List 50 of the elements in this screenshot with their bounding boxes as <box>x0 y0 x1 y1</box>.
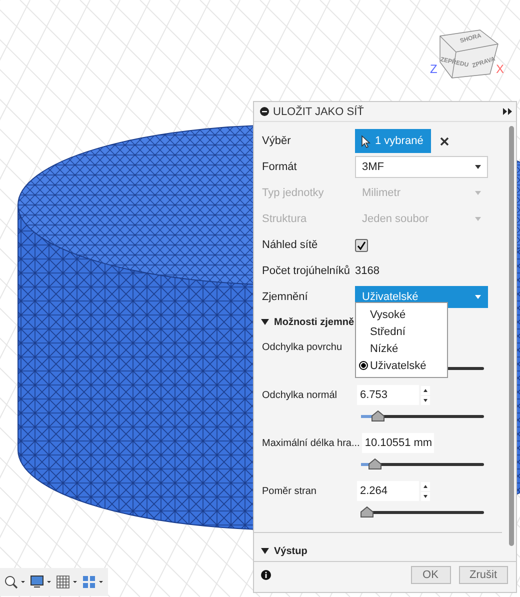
panel-icon <box>260 107 269 116</box>
menu-option[interactable]: Vysoké <box>356 306 447 323</box>
spinner-icon[interactable] <box>421 482 430 501</box>
field-label: Typ jednotky <box>262 187 325 200</box>
collapse-icon[interactable] <box>261 319 269 326</box>
spinner-icon[interactable] <box>421 386 430 405</box>
expand-icon[interactable] <box>503 108 512 116</box>
axis-label: X <box>496 62 504 76</box>
field-label: Výběr <box>262 135 292 148</box>
slider[interactable] <box>361 458 484 470</box>
collapse-icon[interactable] <box>261 548 269 554</box>
slider-thumb[interactable] <box>360 506 374 518</box>
field-label: Počet trojúhelníků <box>262 265 352 278</box>
field-label: Zjemnění <box>262 291 309 304</box>
zoom-icon[interactable] <box>4 575 26 589</box>
menu-option[interactable]: Nízké <box>356 340 447 357</box>
section-header[interactable]: Možnosti zjemně <box>274 316 354 328</box>
slider[interactable] <box>361 506 484 518</box>
layout-icon[interactable] <box>82 575 104 589</box>
number-field[interactable]: 10.10551 mm <box>362 433 434 454</box>
field-label: Struktura <box>262 213 308 226</box>
number-field[interactable]: 6.753 <box>357 385 419 406</box>
ok-button[interactable]: OK <box>410 566 450 584</box>
field-label: Maximální délka hra... <box>262 438 361 449</box>
close-icon[interactable] <box>440 136 450 146</box>
axis-label: Z <box>430 62 438 76</box>
triangle-count: 3168 <box>355 265 380 278</box>
cancel-button[interactable]: Zrušit <box>458 566 508 584</box>
info-icon[interactable] <box>261 570 271 580</box>
menu-option[interactable]: Střední <box>356 323 447 340</box>
slider[interactable] <box>361 410 484 422</box>
field-label: Odchylka normál <box>262 390 338 401</box>
panel-title: ULOŽIT JAKO SÍŤ <box>273 106 365 118</box>
dropdown-field[interactable]: 3MF <box>355 156 488 178</box>
checkbox[interactable] <box>355 238 368 252</box>
slider-thumb[interactable] <box>368 458 382 470</box>
number-field[interactable]: 2.264 <box>357 481 419 502</box>
display-icon[interactable] <box>30 575 52 589</box>
field-label: Formát <box>262 161 298 174</box>
menu-option[interactable]: Uživatelské <box>356 357 447 374</box>
field-label: Náhled sítě <box>262 239 319 252</box>
section-header[interactable]: Výstup <box>274 546 308 557</box>
scrollbar[interactable] <box>509 126 514 546</box>
selection-button[interactable]: 1 vybrané <box>355 129 432 154</box>
view-cube-drawing[interactable] <box>440 30 498 78</box>
slider-thumb[interactable] <box>371 410 386 422</box>
field-label: Poměr stran <box>262 486 318 497</box>
field-label: Odchylka povrchu <box>262 342 344 353</box>
cursor-icon <box>361 134 371 148</box>
grid-icon[interactable] <box>56 575 78 589</box>
